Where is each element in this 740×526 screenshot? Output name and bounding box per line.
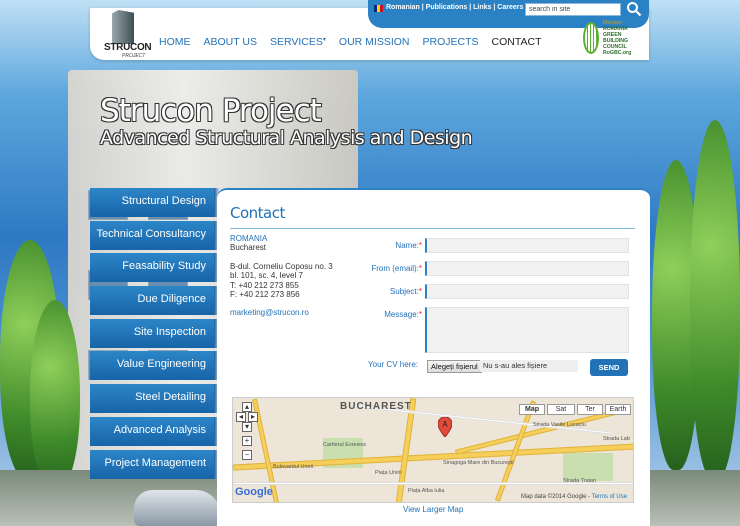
email-field[interactable] [425, 261, 629, 276]
side-item-project-management[interactable]: Project Management [90, 449, 220, 479]
map-city-label: BUCHAREST [340, 401, 412, 412]
contact-phone: T: +40 212 273 855 [230, 280, 299, 290]
side-item-steel-detailing[interactable]: Steel Detailing [90, 384, 220, 414]
file-status: Nu s-au ales fișiere [480, 360, 578, 372]
side-item-structural-design[interactable]: Structural Design [90, 188, 220, 217]
top-links[interactable]: Romanian | Publications | Links | Career… [386, 4, 523, 11]
side-item-feasability-study[interactable]: Feasability Study [90, 253, 220, 283]
map-street-label: Strada Vasile Lucaciu [533, 422, 586, 428]
strucon-logo[interactable]: STRUCON PROJECT [102, 10, 152, 59]
required-mark: * [418, 264, 422, 273]
map-street-label: Bulevardul Unirii [273, 464, 314, 470]
map-street-label: Sinagoga Mare din București [443, 460, 514, 466]
search-icon[interactable] [626, 1, 642, 17]
map-street-label: Strada Lab [603, 436, 630, 442]
message-label: Message:* [352, 310, 422, 319]
tree-image [30, 300, 80, 490]
contact-fax: F: +40 212 273 856 [230, 290, 300, 300]
contact-address-line2: bl. 101, sc. 4, level 7 [230, 271, 303, 281]
car-image [134, 490, 220, 526]
required-mark: * [418, 310, 422, 319]
nav-services-label: SERVICES [269, 36, 323, 48]
nav-about-us[interactable]: ABOUT US [204, 36, 257, 48]
subject-field[interactable] [425, 284, 629, 299]
name-label: Name:* [352, 241, 422, 250]
hero-title: Strucon Project [100, 93, 322, 129]
pan-up-icon[interactable]: ▴ [242, 402, 252, 412]
rogbc-text: Member ROMANIA GREEN BUILDING COUNCIL Ro… [603, 20, 631, 56]
tree-image [690, 120, 740, 480]
chevron-down-icon: ▾ [322, 37, 326, 43]
hero-subtitle: Advanced Structural Analysis and Design [100, 127, 473, 149]
side-item-due-diligence[interactable]: Due Diligence [90, 286, 220, 316]
side-item-value-engineering[interactable]: Value Engineering [90, 351, 220, 381]
contact-email-link[interactable]: marketing@strucon.ro [230, 308, 333, 317]
name-label-text: Name: [395, 241, 419, 250]
site-header: STRUCON PROJECT HOME ABOUT US SERVICES▾ … [90, 0, 649, 60]
side-item-technical-consultancy[interactable]: Technical Consultancy [90, 220, 220, 250]
map-pin-icon[interactable]: A [438, 417, 452, 437]
contact-panel: Contact ROMANIA Bucharest B-dul. Corneli… [217, 188, 650, 526]
contact-address-line1: B-dul. Corneliu Coposu no. 3 [230, 261, 333, 271]
nav-contact[interactable]: CONTACT [492, 36, 542, 48]
pan-right-icon[interactable]: ▸ [248, 412, 258, 422]
contact-city: Bucharest [230, 243, 267, 253]
logo-sub: PROJECT [122, 53, 146, 59]
email-label: From (email):* [352, 264, 422, 273]
google-map[interactable]: BUCHAREST Strada Vasile Lucaciu Piața Un… [232, 397, 634, 503]
map-type-sat[interactable]: Sat [547, 404, 575, 415]
nav-our-mission[interactable]: OUR MISSION [339, 36, 410, 48]
nav-projects[interactable]: PROJECTS [423, 36, 479, 48]
contact-country: ROMANIA [230, 234, 268, 243]
rogbc-member-logo[interactable]: Member ROMANIA GREEN BUILDING COUNCIL Ro… [583, 20, 643, 58]
map-street-label: Piața Unirii [375, 470, 402, 476]
map-park [563, 453, 613, 481]
zoom-out-icon[interactable]: − [242, 450, 252, 460]
map-street-label: Strada Traian [563, 478, 597, 484]
google-logo: Google [235, 486, 273, 498]
pan-down-icon[interactable]: ▾ [242, 422, 252, 432]
nav-services[interactable]: SERVICES▾ [270, 36, 326, 48]
romanian-flag-icon[interactable] [374, 5, 383, 12]
message-field[interactable] [425, 307, 629, 353]
zoom-in-icon[interactable]: + [242, 436, 252, 446]
view-larger-map-link[interactable]: View Larger Map [403, 505, 463, 514]
map-street-label: Piața Alba Iulia [408, 488, 445, 494]
map-street-label: Cartierul Evreiesc [323, 442, 367, 448]
map-terms-link[interactable]: Terms of Use [592, 494, 627, 500]
page-title: Contact [230, 204, 285, 222]
choose-file-button[interactable]: Alegeți fișierul [427, 360, 482, 373]
logo-tower-icon [112, 10, 134, 44]
cv-label: Your CV here: [368, 360, 418, 369]
pan-left-icon[interactable]: ◂ [236, 412, 246, 422]
map-type-map[interactable]: Map [519, 404, 545, 415]
message-label-text: Message: [384, 310, 419, 319]
title-divider [230, 228, 635, 229]
send-button[interactable]: SEND [590, 359, 628, 376]
side-item-site-inspection[interactable]: Site Inspection [90, 318, 220, 348]
map-zoom-control: ▴ ◂ ▸ ▾ + − [236, 402, 258, 466]
map-pin-label: A [442, 420, 448, 429]
leaf-icon [583, 22, 599, 54]
subject-label-text: Subject: [389, 287, 419, 296]
map-copyright-text: Map data ©2014 Google - [521, 494, 592, 500]
main-nav: HOME ABOUT US SERVICES▾ OUR MISSION PROJ… [159, 36, 555, 48]
contact-address: ROMANIA Bucharest B-dul. Corneliu Coposu… [230, 234, 333, 318]
email-label-text: From (email): [371, 264, 419, 273]
name-field[interactable] [425, 238, 629, 253]
services-side-menu: Structural Design Technical Consultancy … [90, 188, 220, 482]
nav-home[interactable]: HOME [159, 36, 191, 48]
side-item-advanced-analysis[interactable]: Advanced Analysis [90, 416, 220, 446]
subject-label: Subject:* [352, 287, 422, 296]
required-mark: * [418, 241, 422, 250]
search-input[interactable] [525, 3, 621, 16]
rogbc-line5: RoGBC.org [603, 50, 632, 56]
map-type-earth[interactable]: Earth [605, 404, 631, 415]
map-type-ter[interactable]: Ter [577, 404, 603, 415]
logo-brand: STRUCON [104, 42, 152, 53]
map-copyright: Map data ©2014 Google - Terms of Use [521, 494, 627, 500]
required-mark: * [418, 287, 422, 296]
